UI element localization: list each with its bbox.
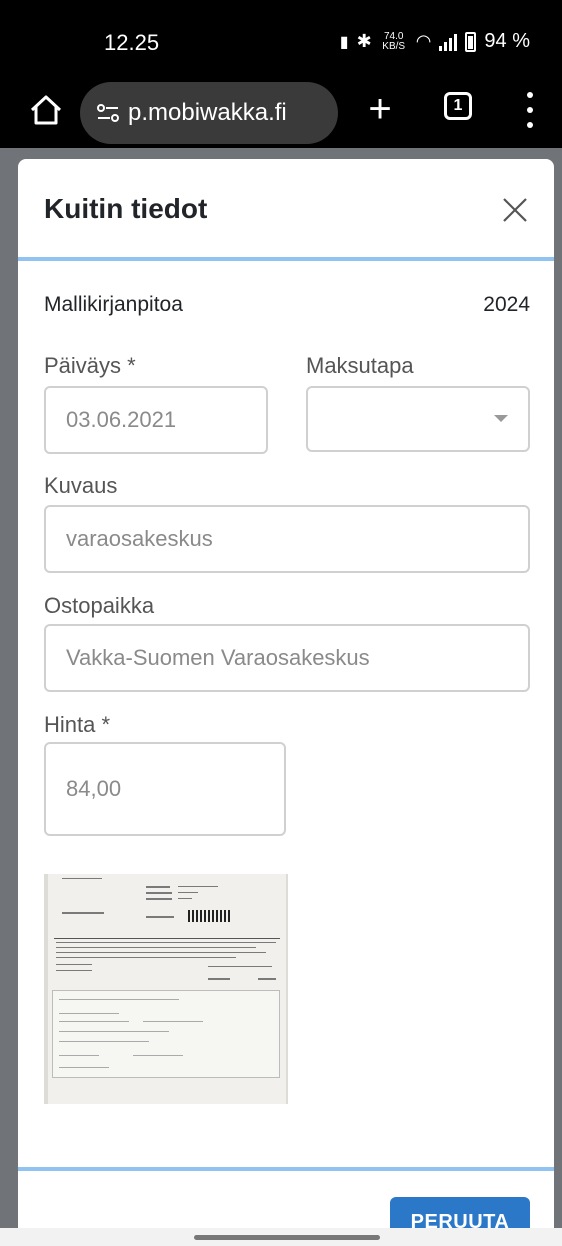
new-tab-button[interactable]: + [360, 89, 400, 130]
receipt-modal: Kuitin tiedot Mallikirjanpitoa 2024 Päiv… [18, 159, 554, 1246]
modal-header: Kuitin tiedot [18, 159, 554, 261]
company-name: Mallikirjanpitoa [44, 293, 183, 316]
purchase-place-label: Ostopaikka [44, 593, 155, 618]
site-settings-icon[interactable] [94, 99, 122, 127]
battery-icon [465, 31, 477, 52]
wifi-icon: ◠ [415, 31, 432, 51]
status-time: 12.25 [104, 30, 160, 55]
date-field[interactable]: 03.06.2021 [44, 386, 268, 454]
browser-toolbar: p.mobiwakka.fi + 1 [0, 78, 562, 148]
receipt-paper [48, 874, 286, 1104]
date-label: Päiväys * [44, 353, 136, 378]
net-speed: 74.0 KB/S [382, 30, 406, 52]
price-label: Hinta * [44, 712, 111, 737]
battery-level: 94 % [484, 30, 530, 52]
url-text: p.mobiwakka.fi [128, 99, 287, 126]
payment-label: Maksutapa [306, 353, 414, 378]
price-field[interactable]: 84,00 [44, 742, 286, 836]
barcode-graphic [188, 910, 232, 922]
close-icon[interactable] [500, 195, 530, 225]
gesture-navigation-bar [0, 1228, 562, 1246]
menu-icon[interactable] [518, 88, 542, 132]
card-receipt-slip [52, 990, 280, 1078]
bluetooth-icon: ✱ [356, 31, 372, 51]
address-bar[interactable]: p.mobiwakka.fi [80, 82, 338, 144]
fiscal-year: 2024 [483, 293, 530, 316]
chevron-down-icon [494, 415, 508, 422]
footer-divider [18, 1167, 554, 1171]
home-gesture-handle[interactable] [194, 1235, 380, 1240]
description-field[interactable]: varaosakeskus [44, 505, 530, 573]
payment-select[interactable] [306, 386, 530, 452]
tab-switcher-button[interactable]: 1 [444, 92, 472, 120]
purchase-place-field[interactable]: Vakka-Suomen Varaosakeskus [44, 624, 530, 692]
receipt-image[interactable] [44, 874, 288, 1104]
signal-icon [439, 33, 458, 51]
home-icon[interactable] [26, 90, 66, 130]
status-icons: ▮ ✱ 74.0 KB/S ◠ 94 % [340, 30, 530, 53]
status-bar: 12.25 ▮ ✱ 74.0 KB/S ◠ 94 % [0, 0, 562, 78]
description-label: Kuvaus [44, 473, 118, 498]
modal-title: Kuitin tiedot [44, 193, 208, 224]
vibrate-icon: ▮ [339, 33, 349, 51]
